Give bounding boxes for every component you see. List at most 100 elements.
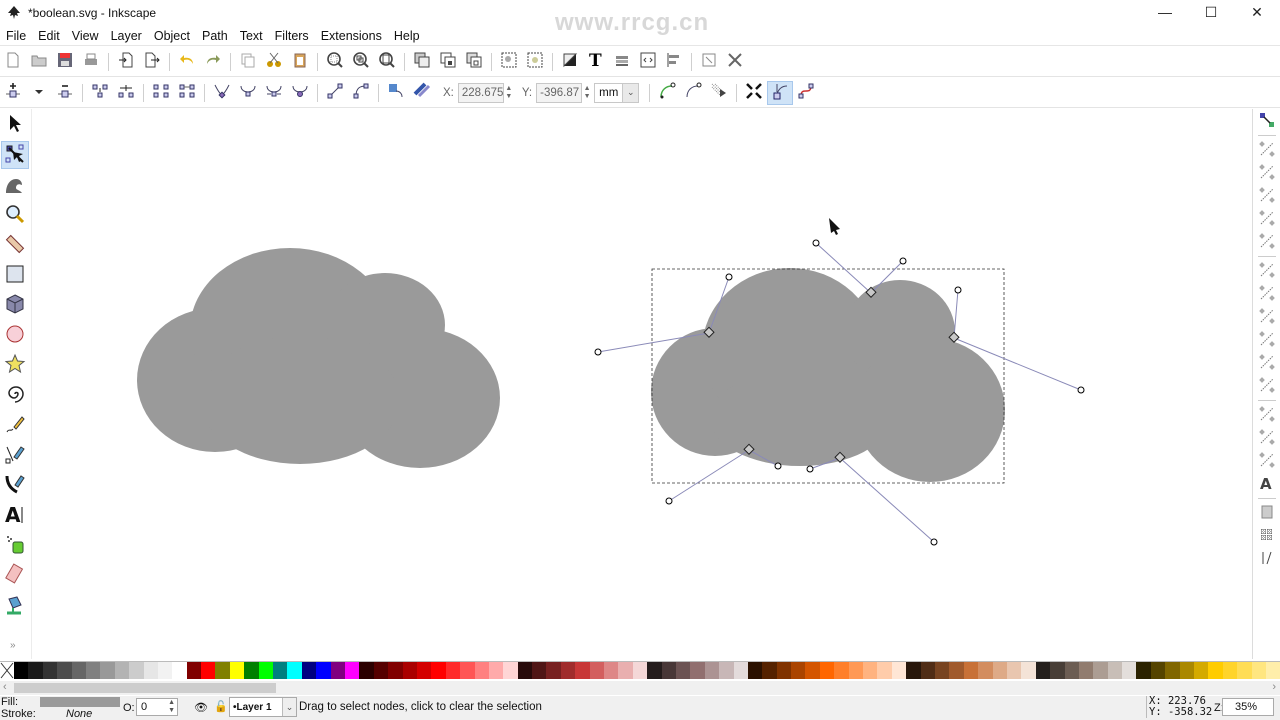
cloud-shape-left[interactable]: [137, 248, 500, 468]
color-swatch[interactable]: [85, 662, 101, 679]
snap-midpoint-button[interactable]: [1255, 375, 1279, 397]
delete-segment-button[interactable]: [174, 81, 200, 105]
color-swatch[interactable]: [532, 662, 547, 679]
color-swatch[interactable]: [661, 662, 676, 679]
color-swatch[interactable]: [733, 662, 748, 679]
menu-help[interactable]: Help: [388, 29, 426, 43]
color-swatch[interactable]: [215, 662, 230, 679]
pen-tool-button[interactable]: [1, 441, 29, 469]
cusp-node-button[interactable]: [209, 81, 235, 105]
opacity-input[interactable]: 0 ▲ ▼: [136, 698, 178, 716]
y-spinner[interactable]: ▲ ▼: [582, 83, 592, 103]
layer-lock-icon[interactable]: 🔓: [214, 700, 228, 713]
3d-box-tool-button[interactable]: [1, 291, 29, 319]
color-swatch[interactable]: [316, 662, 331, 679]
paint-bucket-tool-button[interactable]: [1, 591, 29, 619]
maximize-button[interactable]: ☐: [1188, 0, 1234, 24]
snap-guide-button[interactable]: [1255, 548, 1279, 570]
color-swatch[interactable]: [373, 662, 389, 679]
show-transform-handles-button[interactable]: [741, 81, 767, 105]
node-tool-button[interactable]: [1, 141, 29, 169]
color-swatch[interactable]: [992, 662, 1007, 679]
close-button[interactable]: ✕: [1234, 0, 1280, 24]
snap-toggle-button[interactable]: [1255, 110, 1279, 132]
text-tool-button[interactable]: A: [1, 501, 29, 529]
zoom-page-button[interactable]: [374, 50, 400, 74]
layer-visibility-icon[interactable]: 👁: [194, 701, 208, 714]
color-swatch[interactable]: [157, 662, 173, 679]
drawing-canvas[interactable]: [33, 109, 1251, 659]
canvas-svg[interactable]: [33, 109, 1251, 659]
color-swatch[interactable]: [402, 662, 417, 679]
menu-filters[interactable]: Filters: [269, 29, 315, 43]
insert-node-dropdown-button[interactable]: [26, 81, 52, 105]
menu-file[interactable]: File: [0, 29, 32, 43]
cloud-shape-right[interactable]: [651, 268, 1005, 482]
snap-bbox-edge-button[interactable]: [1255, 162, 1279, 184]
zoom-input[interactable]: 35%: [1222, 698, 1274, 716]
undo-button[interactable]: [174, 50, 200, 74]
show-clipping-path-button[interactable]: [680, 81, 706, 105]
open-button[interactable]: [26, 50, 52, 74]
x-coordinate-input[interactable]: 228.675: [457, 82, 504, 103]
color-swatch[interactable]: [560, 662, 576, 679]
cut-button[interactable]: [261, 50, 287, 74]
group-button[interactable]: [496, 50, 522, 74]
color-swatch[interactable]: [359, 662, 374, 679]
fill-indicator[interactable]: [40, 697, 120, 707]
x-spinner[interactable]: ▲ ▼: [504, 83, 514, 103]
menu-view[interactable]: View: [66, 29, 105, 43]
color-swatch[interactable]: [1064, 662, 1079, 679]
snap-bbox-edge-mid-button[interactable]: [1255, 208, 1279, 230]
duplicate-button[interactable]: [409, 50, 435, 74]
color-swatch[interactable]: [114, 662, 130, 679]
snap-cusp-button[interactable]: [1255, 329, 1279, 351]
color-swatch[interactable]: [1222, 662, 1238, 679]
show-path-outline-button[interactable]: [793, 81, 819, 105]
color-swatch[interactable]: [388, 662, 403, 679]
spiral-tool-button[interactable]: [1, 381, 29, 409]
color-swatch[interactable]: [258, 662, 274, 679]
menu-edit[interactable]: Edit: [32, 29, 66, 43]
menu-path[interactable]: Path: [196, 29, 234, 43]
color-swatch[interactable]: [920, 662, 935, 679]
color-swatch[interactable]: [445, 662, 461, 679]
color-swatch[interactable]: [1021, 662, 1036, 679]
pencil-tool-button[interactable]: [1, 411, 29, 439]
stroke-to-path-button[interactable]: [409, 81, 435, 105]
color-swatch[interactable]: [229, 662, 245, 679]
color-swatch[interactable]: [244, 662, 259, 679]
color-swatch[interactable]: [57, 662, 72, 679]
color-swatch[interactable]: [503, 662, 518, 679]
color-swatch[interactable]: [935, 662, 950, 679]
smooth-node-button[interactable]: [235, 81, 261, 105]
zoom-selection-button[interactable]: [322, 50, 348, 74]
next-path-effect-param-button[interactable]: [654, 81, 680, 105]
color-swatch[interactable]: [1165, 662, 1180, 679]
star-tool-button[interactable]: [1, 351, 29, 379]
snap-rotation-center-button[interactable]: [1255, 450, 1279, 472]
selector-tool-button[interactable]: [1, 111, 29, 139]
xml-editor-button[interactable]: [635, 50, 661, 74]
toolbox-overflow-button[interactable]: »: [10, 640, 16, 651]
color-swatch[interactable]: [1237, 662, 1252, 679]
rectangle-tool-button[interactable]: [1, 261, 29, 289]
snap-grid-button[interactable]: [1255, 525, 1279, 547]
spray-tool-button[interactable]: [1, 531, 29, 559]
snap-bbox-button[interactable]: [1255, 139, 1279, 161]
unlink-clone-button[interactable]: [461, 50, 487, 74]
tweak-tool-button[interactable]: [1, 171, 29, 199]
insert-node-button[interactable]: [0, 81, 26, 105]
color-swatch[interactable]: [1150, 662, 1166, 679]
save-button[interactable]: [52, 50, 78, 74]
menu-object[interactable]: Object: [148, 29, 196, 43]
segment-to-curve-button[interactable]: [348, 81, 374, 105]
delete-node-button[interactable]: [52, 81, 78, 105]
color-swatch[interactable]: [186, 662, 202, 679]
color-swatch[interactable]: [848, 662, 864, 679]
color-swatch[interactable]: [791, 662, 806, 679]
color-swatch[interactable]: [1265, 662, 1280, 679]
layers-button[interactable]: [609, 50, 635, 74]
color-swatch[interactable]: [431, 662, 446, 679]
text-font-button[interactable]: T: [583, 50, 609, 74]
